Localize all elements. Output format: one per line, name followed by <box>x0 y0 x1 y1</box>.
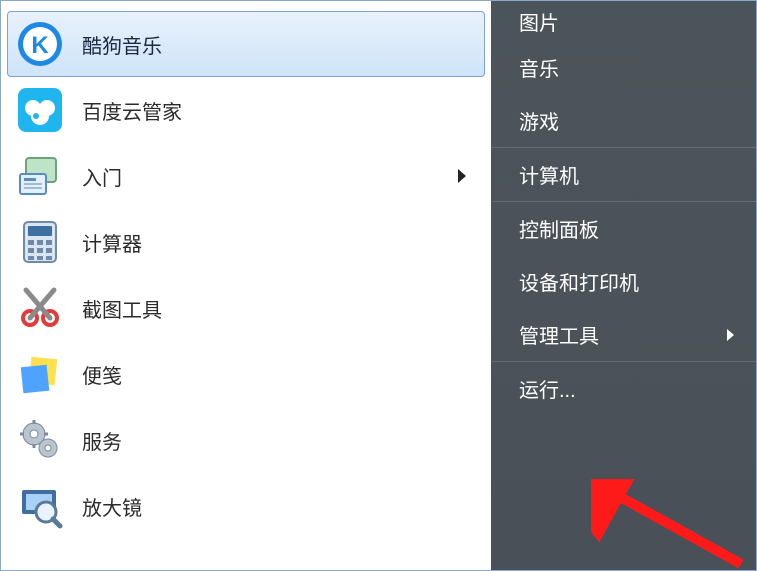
submenu-arrow-icon <box>458 169 466 183</box>
program-item-magnifier[interactable]: 放大镜 <box>7 473 485 539</box>
places-item-devices-printers[interactable]: 设备和打印机 <box>491 255 756 308</box>
start-menu-places-pane: 图片 音乐 游戏 计算机 控制面板 设备和打印机 管理工具 运行... <box>491 1 756 570</box>
places-item-label: 音乐 <box>519 53 559 82</box>
program-item-calculator[interactable]: 计算器 <box>7 209 485 275</box>
program-item-label: 服务 <box>82 426 122 455</box>
program-item-sticky-notes[interactable]: 便笺 <box>7 341 485 407</box>
program-item-label: 入门 <box>82 162 122 191</box>
annotation-red-arrow <box>591 479 751 569</box>
program-item-getting-started[interactable]: 入门 <box>7 143 485 209</box>
places-item-control-panel[interactable]: 控制面板 <box>491 202 756 255</box>
sticky-notes-icon <box>16 350 64 398</box>
program-item-services[interactable]: 服务 <box>7 407 485 473</box>
start-menu: K 酷狗音乐 百度云管家 <box>0 0 757 571</box>
places-item-label: 游戏 <box>519 106 559 135</box>
program-item-label: 便笺 <box>82 360 122 389</box>
program-item-label: 放大镜 <box>82 492 142 521</box>
places-item-games[interactable]: 游戏 <box>491 94 756 147</box>
program-item-kugou[interactable]: K 酷狗音乐 <box>7 11 485 77</box>
magnifier-icon <box>16 482 64 530</box>
gears-icon <box>16 416 64 464</box>
program-item-label: 截图工具 <box>82 294 162 323</box>
places-item-label: 管理工具 <box>519 320 599 349</box>
places-item-pictures[interactable]: 图片 <box>491 1 756 41</box>
places-item-label: 图片 <box>519 7 559 36</box>
calculator-icon <box>16 218 64 266</box>
places-item-run[interactable]: 运行... <box>491 362 756 415</box>
start-menu-programs-pane: K 酷狗音乐 百度云管家 <box>1 1 491 570</box>
submenu-arrow-icon <box>727 329 734 341</box>
places-item-music[interactable]: 音乐 <box>491 41 756 94</box>
scissors-icon <box>16 284 64 332</box>
places-item-label: 设备和打印机 <box>519 267 639 296</box>
program-item-snipping-tool[interactable]: 截图工具 <box>7 275 485 341</box>
kugou-icon: K <box>16 20 64 68</box>
places-item-admin-tools[interactable]: 管理工具 <box>491 308 756 361</box>
places-item-label: 运行... <box>519 374 576 403</box>
svg-text:K: K <box>31 32 49 59</box>
baidu-cloud-icon <box>16 86 64 134</box>
program-item-label: 百度云管家 <box>82 96 182 125</box>
program-item-label: 酷狗音乐 <box>82 30 162 59</box>
getting-started-icon <box>16 152 64 200</box>
places-item-label: 控制面板 <box>519 214 599 243</box>
places-item-label: 计算机 <box>519 160 579 189</box>
places-item-computer[interactable]: 计算机 <box>491 148 756 201</box>
program-item-label: 计算器 <box>82 228 142 257</box>
program-item-baidu[interactable]: 百度云管家 <box>7 77 485 143</box>
